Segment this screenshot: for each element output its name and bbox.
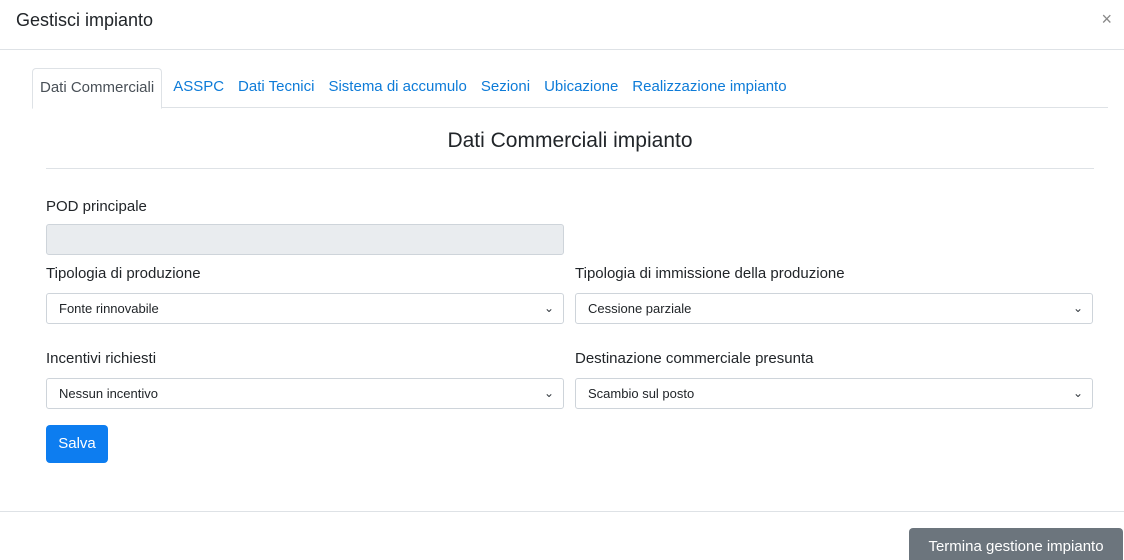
tab-sistema-accumulo[interactable]: Sistema di accumulo [323, 68, 471, 108]
chevron-down-icon: ⌄ [1072, 301, 1083, 315]
tipologia-immissione-label: Tipologia di immissione della produzione [575, 265, 845, 282]
tipologia-immissione-select[interactable]: Cessione parziale ⌄ [575, 293, 1093, 324]
save-button[interactable]: Salva [46, 425, 108, 463]
destinazione-label: Destinazione commerciale presunta [575, 350, 814, 367]
incentivi-value: Nessun incentivo [59, 386, 158, 401]
tab-dati-commerciali[interactable]: Dati Commerciali [32, 68, 163, 109]
incentivi-select[interactable]: Nessun incentivo ⌄ [46, 378, 564, 409]
end-management-button[interactable]: Termina gestione impianto [909, 528, 1123, 560]
destinazione-select[interactable]: Scambio sul posto ⌄ [575, 378, 1093, 409]
tipologia-produzione-value: Fonte rinnovabile [59, 301, 159, 316]
close-icon[interactable]: × [1101, 8, 1112, 30]
tab-ubicazione[interactable]: Ubicazione [539, 68, 623, 108]
chevron-down-icon: ⌄ [543, 386, 554, 400]
tipologia-immissione-value: Cessione parziale [588, 301, 692, 316]
destinazione-value: Scambio sul posto [588, 386, 695, 401]
modal-title: Gestisci impianto [16, 10, 154, 30]
tab-sezioni[interactable]: Sezioni [476, 68, 535, 108]
tab-realizzazione-impianto[interactable]: Realizzazione impianto [627, 68, 791, 108]
incentivi-label: Incentivi richiesti [46, 350, 157, 367]
pod-input[interactable] [46, 224, 564, 255]
section-divider [46, 168, 1094, 169]
chevron-down-icon: ⌄ [1072, 386, 1083, 400]
tab-bar: Dati Commerciali ASSPC Dati Tecnici Sist… [32, 68, 1108, 109]
tab-asspc[interactable]: ASSPC [168, 68, 229, 108]
footer-divider [0, 511, 1124, 512]
modal-header: Gestisci impianto × [0, 0, 1124, 50]
tab-dati-tecnici[interactable]: Dati Tecnici [233, 68, 319, 108]
tipologia-produzione-label: Tipologia di produzione [46, 265, 201, 282]
chevron-down-icon: ⌄ [543, 301, 554, 315]
tipologia-produzione-select[interactable]: Fonte rinnovabile ⌄ [46, 293, 564, 324]
pod-label: POD principale [46, 198, 147, 215]
section-title: Dati Commerciali impianto [447, 129, 693, 152]
